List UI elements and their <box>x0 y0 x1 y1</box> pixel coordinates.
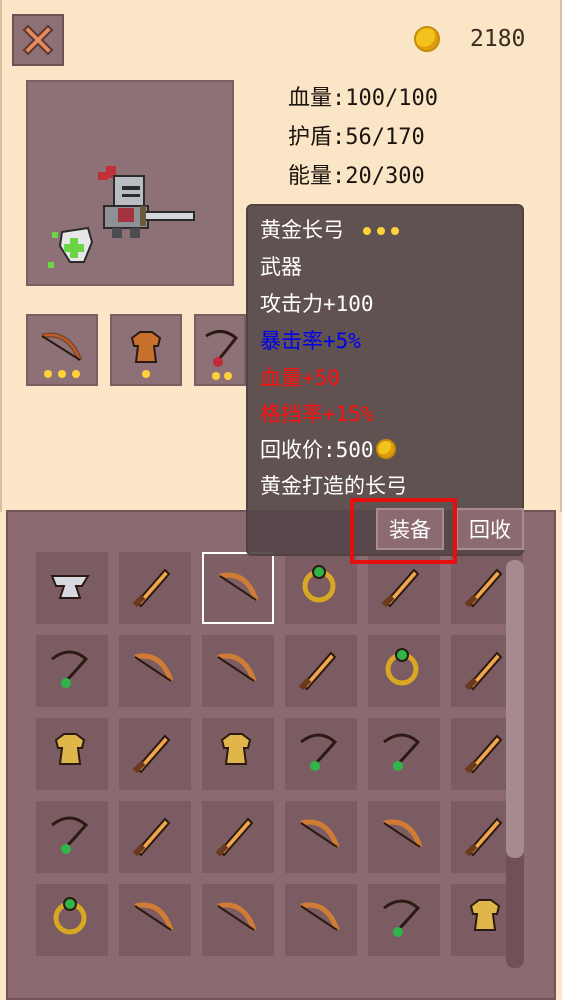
inventory-slot[interactable] <box>285 884 357 956</box>
knight-sprite <box>48 166 195 268</box>
tooltip-block: 格挡率+15% <box>260 402 374 426</box>
bow-icon <box>383 819 423 848</box>
bow-icon <box>300 902 340 931</box>
inventory-slot[interactable] <box>119 635 191 707</box>
necklace-icon <box>51 650 89 688</box>
sword-icon <box>132 734 171 774</box>
tooltip-category: 武器 <box>260 255 302 279</box>
inventory-slot[interactable] <box>285 635 357 707</box>
inventory-slot[interactable] <box>368 718 440 790</box>
equip-slot-accessory[interactable] <box>194 314 246 386</box>
character-portrait <box>26 80 234 286</box>
inventory-slot[interactable] <box>36 635 108 707</box>
necklace-icon <box>383 899 421 937</box>
anvil-armor-icon <box>50 575 90 599</box>
inventory-slot[interactable] <box>119 884 191 956</box>
bow-icon <box>217 653 257 682</box>
inventory-slot[interactable] <box>202 801 274 873</box>
inventory-slot[interactable] <box>285 801 357 873</box>
inventory-slot[interactable] <box>202 635 274 707</box>
inventory-slot[interactable] <box>285 718 357 790</box>
bow-icon <box>134 653 174 682</box>
close-icon <box>22 24 54 56</box>
sword-icon <box>215 817 254 857</box>
tooltip-item-name: 黄金长弓 <box>260 214 401 244</box>
necklace-icon <box>205 330 239 380</box>
tooltip-attack: 攻击力+100 <box>260 292 374 316</box>
inventory-slot[interactable] <box>36 801 108 873</box>
inventory-scrollbar[interactable] <box>506 560 524 968</box>
armor-icon <box>130 331 162 378</box>
stat-energy: 能量:20/300 <box>288 164 425 189</box>
scrollbar-thumb[interactable] <box>506 560 524 858</box>
tooltip-hp: 血量+50 <box>260 366 340 390</box>
bow-icon <box>41 332 83 378</box>
sword-icon <box>132 817 171 857</box>
coin-icon <box>375 439 396 459</box>
inventory-slot[interactable] <box>119 801 191 873</box>
inventory-slot[interactable] <box>285 552 357 624</box>
inventory-slot[interactable] <box>119 718 191 790</box>
equip-button-highlight <box>350 498 457 564</box>
rarity-stars-icon <box>362 227 399 235</box>
bow-icon <box>219 572 259 601</box>
ring-icon <box>53 897 87 935</box>
bow-icon <box>217 902 257 931</box>
tooltip-recycle-value: 回收价:500 <box>260 434 396 464</box>
inventory-slot[interactable] <box>36 718 108 790</box>
ring-icon <box>385 648 419 686</box>
coin-icon <box>414 26 440 52</box>
coin-counter: 2180 <box>414 24 525 54</box>
stat-shield: 护盾:56/170 <box>288 125 425 150</box>
inventory-slot[interactable] <box>368 801 440 873</box>
inventory-slot[interactable] <box>368 635 440 707</box>
equip-slot-weapon[interactable] <box>26 314 98 386</box>
stat-hp: 血量:100/100 <box>288 86 438 111</box>
tooltip-crit: 暴击率+5% <box>260 329 361 353</box>
necklace-icon <box>383 733 421 771</box>
inventory-slot[interactable] <box>202 884 274 956</box>
close-button[interactable] <box>12 14 64 66</box>
inventory-slot[interactable] <box>368 884 440 956</box>
sword-icon <box>132 568 171 608</box>
bow-icon <box>300 819 340 848</box>
inventory-slot[interactable] <box>36 552 108 624</box>
inventory-slot[interactable] <box>202 552 274 624</box>
inventory-slot[interactable] <box>36 884 108 956</box>
sword-icon <box>298 651 337 691</box>
inventory-slot[interactable] <box>119 552 191 624</box>
tooltip-description: 黄金打造的长弓 <box>260 474 407 498</box>
recycle-button[interactable]: 回收 <box>456 508 524 550</box>
equip-slot-armor[interactable] <box>110 314 182 386</box>
necklace-icon <box>51 816 89 854</box>
ring-icon <box>302 565 336 603</box>
bow-icon <box>134 902 174 931</box>
inventory-slot[interactable] <box>202 718 274 790</box>
necklace-icon <box>300 733 338 771</box>
armor-icon <box>220 733 252 765</box>
armor-icon <box>54 733 86 765</box>
coin-value: 2180 <box>470 26 526 52</box>
